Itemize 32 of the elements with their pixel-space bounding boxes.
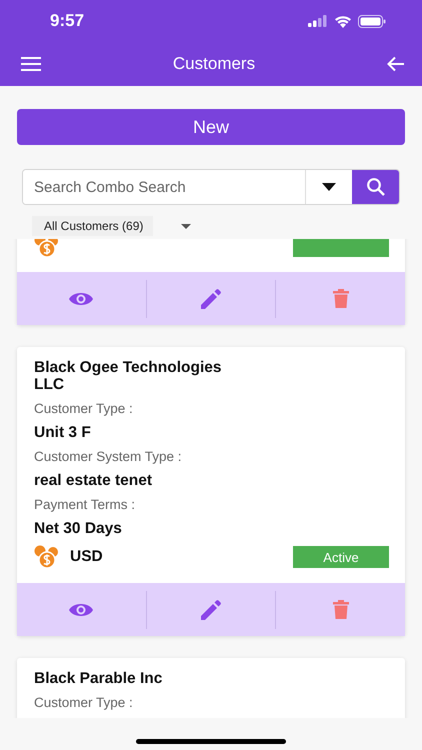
wifi-icon xyxy=(334,14,352,28)
search-icon xyxy=(366,177,386,197)
field-value: real estate tenet xyxy=(34,472,154,489)
status-badge: Active xyxy=(293,546,389,568)
filter-dropdown[interactable]: All Customers (69) xyxy=(32,216,154,236)
customer-name: Black Ogee Technologies LLC xyxy=(34,359,222,393)
new-button[interactable]: New xyxy=(17,109,405,145)
field-label: Customer Type : xyxy=(34,695,134,710)
field-value: Unit 3 F xyxy=(34,424,92,441)
menu-icon[interactable] xyxy=(21,57,41,71)
edit-pencil-icon[interactable] xyxy=(201,600,221,620)
delete-trash-icon[interactable] xyxy=(332,289,349,308)
view-eye-icon[interactable] xyxy=(69,602,94,618)
search-button[interactable] xyxy=(352,170,399,204)
caret-icon[interactable] xyxy=(181,224,192,228)
status-time: 9:57 xyxy=(50,11,84,31)
coins-icon xyxy=(34,545,60,569)
currency-code: USD xyxy=(70,548,103,566)
field-label: Payment Terms : xyxy=(34,497,136,512)
delete-trash-icon[interactable] xyxy=(332,600,349,619)
view-eye-icon[interactable] xyxy=(69,290,94,306)
field-label: Customer System Type : xyxy=(34,449,183,464)
page-title: Customers xyxy=(172,54,256,74)
search-field[interactable]: Search Combo Search xyxy=(22,169,400,205)
signal-icon xyxy=(308,15,328,27)
field-label: Customer Type : xyxy=(34,401,134,416)
field-value: Net 30 Days xyxy=(34,520,123,537)
back-arrow-icon[interactable] xyxy=(387,56,405,72)
caret-icon xyxy=(322,183,336,191)
battery-icon xyxy=(358,14,386,28)
customer-name: Black Parable Inc xyxy=(34,670,164,687)
edit-pencil-icon[interactable] xyxy=(201,288,221,308)
